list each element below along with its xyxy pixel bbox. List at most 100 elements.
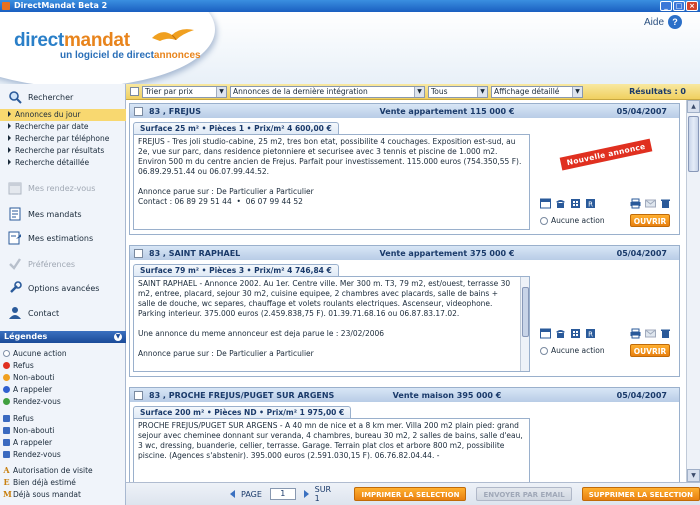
arrow-right-icon xyxy=(8,147,11,153)
page-number-input[interactable]: 1 xyxy=(269,488,296,500)
sidebar-item-appointments[interactable]: Mes rendez-vous xyxy=(0,177,126,199)
sidebar-contact-label: Contact xyxy=(28,308,60,318)
listing-description-text: FREJUS - Tres joli studio-cabine, 25 m2,… xyxy=(138,137,522,206)
listing-header: 83 , PROCHE FREJUS/PUGET SUR ARGENS Vent… xyxy=(130,388,679,402)
sidebar-item-preferences[interactable]: Préférences xyxy=(0,253,126,275)
sidebar-advanced-label: Options avancées xyxy=(28,283,100,293)
radio-button[interactable] xyxy=(540,216,548,225)
open-button[interactable]: OUVRIR xyxy=(630,344,670,357)
previous-page-icon[interactable] xyxy=(230,490,235,498)
calendar-action-icon[interactable] xyxy=(540,328,551,339)
radio-button[interactable] xyxy=(540,346,548,355)
sidebar-item-advanced-options[interactable]: Options avancées xyxy=(0,277,126,299)
building-icon[interactable] xyxy=(570,198,581,209)
scrollbar-thumb[interactable] xyxy=(522,287,529,337)
display-select[interactable]: Affichage détaillé ▼ xyxy=(491,85,583,98)
minimize-button[interactable]: _ xyxy=(660,1,672,11)
phone-icon[interactable] xyxy=(555,198,566,209)
legend-item: Refus xyxy=(3,360,34,371)
listing-description-text: SAINT RAPHAEL - Annonce 2002. Au 1er. Ce… xyxy=(138,279,511,358)
legend-item: Non-abouti xyxy=(3,372,54,383)
page-total: SUR 1 xyxy=(314,485,332,503)
next-page-icon[interactable] xyxy=(303,490,309,498)
page-label: PAGE xyxy=(241,489,262,499)
tagline-part2: annonces xyxy=(153,50,201,61)
sort-select[interactable]: Trier par prix ▼ xyxy=(142,85,227,98)
status-appointment-dot-icon xyxy=(3,398,10,405)
listing-card: 83 , SAINT RAPHAEL Vente appartement 375… xyxy=(129,245,680,377)
maximize-button[interactable]: □ xyxy=(673,1,685,11)
listing-tools xyxy=(630,198,671,209)
letter-a-icon: A xyxy=(3,465,10,475)
arrow-right-icon xyxy=(8,135,11,141)
sidebar-item-search[interactable]: Rechercher xyxy=(0,86,126,108)
chevron-down-icon: ▼ xyxy=(572,86,582,97)
listing-type-price: Vente appartement 375 000 € xyxy=(379,248,515,258)
filter-toolbar: Trier par prix ▼ Annonces de la dernière… xyxy=(126,84,700,100)
scroll-down-icon[interactable]: ▼ xyxy=(687,469,700,482)
description-scrollbar[interactable] xyxy=(520,277,529,371)
trash-icon[interactable] xyxy=(660,328,671,339)
printer-icon[interactable] xyxy=(630,198,641,209)
listing-description: SAINT RAPHAEL - Annonce 2002. Au 1er. Ce… xyxy=(133,276,530,372)
listings-scrollbar[interactable]: ▲ ▼ xyxy=(686,100,700,482)
sidebar-subitem-by-date[interactable]: Recherche par date xyxy=(0,121,126,133)
email-selection-button[interactable]: ENVOYER PAR EMAIL xyxy=(476,487,572,501)
sidebar-subitem-detailed[interactable]: Recherche détaillée xyxy=(0,157,126,169)
scroll-up-icon[interactable]: ▲ xyxy=(687,100,700,113)
select-all-checkbox[interactable] xyxy=(130,87,139,96)
envelope-icon[interactable] xyxy=(645,328,656,339)
r-badge-icon[interactable]: R xyxy=(585,328,596,339)
delete-selection-button[interactable]: SUPPRIMER LA SELECTION xyxy=(581,487,700,501)
envelope-icon[interactable] xyxy=(645,198,656,209)
trash-icon[interactable] xyxy=(660,198,671,209)
print-selection-button[interactable]: IMPRIMER LA SELECTION xyxy=(354,487,467,501)
app-header: directmandat un logiciel de directannonc… xyxy=(0,12,700,84)
logo-tagline: un logiciel de directannonces xyxy=(60,50,201,61)
sidebar-subitem-by-phone[interactable]: Recherche par téléphone xyxy=(0,133,126,145)
window-controls: _ □ × xyxy=(660,1,698,11)
no-action-radio[interactable]: Aucune action xyxy=(540,216,605,225)
listing-checkbox[interactable] xyxy=(134,390,143,400)
new-listing-badge: Nouvelle annonce xyxy=(559,138,653,171)
legend-label: Non-abouti xyxy=(13,373,55,382)
scrollbar-thumb[interactable] xyxy=(688,116,699,172)
legend-item: Refus xyxy=(3,413,34,424)
period-select[interactable]: Annonces de la dernière intégration ▼ xyxy=(230,85,425,98)
no-action-label: Aucune action xyxy=(551,216,605,225)
svg-text:R: R xyxy=(588,201,593,209)
legend-label: Aucune action xyxy=(13,349,67,358)
legend-label: Autorisation de visite xyxy=(13,466,93,475)
help-link[interactable]: Aide ? xyxy=(644,15,682,29)
sidebar-subitem-today[interactable]: Annonces du jour xyxy=(0,109,126,121)
listing-city: 83 , PROCHE FREJUS/PUGET SUR ARGENS xyxy=(149,390,335,400)
legend-item: A rappeler xyxy=(3,384,52,395)
sidebar-item-estimates[interactable]: Mes estimations xyxy=(0,227,126,249)
open-button[interactable]: OUVRIR xyxy=(630,214,670,227)
sidebar-item-mandates[interactable]: Mes mandats xyxy=(0,203,126,225)
sidebar-subitem-by-results[interactable]: Recherche par résultats xyxy=(0,145,126,157)
listing-checkbox[interactable] xyxy=(134,248,143,258)
building-icon[interactable] xyxy=(570,328,581,339)
estimate-document-icon xyxy=(8,231,21,245)
printer-icon[interactable] xyxy=(630,328,641,339)
listing-type-price: Vente maison 395 000 € xyxy=(392,390,502,400)
legend-title: Légendes xyxy=(4,332,48,341)
filter-select-value: Tous xyxy=(431,86,448,96)
collapse-icon[interactable]: ▼ xyxy=(114,333,122,341)
listing-checkbox[interactable] xyxy=(134,106,143,116)
calendar-action-icon[interactable] xyxy=(540,198,551,209)
phone-icon[interactable] xyxy=(555,328,566,339)
listing-city: 83 , SAINT RAPHAEL xyxy=(149,248,241,258)
tagline-part1: un logiciel de direct xyxy=(60,50,154,61)
close-button[interactable]: × xyxy=(686,1,698,11)
sidebar-item-contact[interactable]: Contact xyxy=(0,302,126,324)
r-badge-icon[interactable]: R xyxy=(585,198,596,209)
listing-summary-tab: Surface 79 m² • Pièces 3 • Prix/m² 4 746… xyxy=(133,264,339,276)
listing-summary-tab: Surface 200 m² • Pièces ND • Prix/m² 1 9… xyxy=(133,406,352,418)
sidebar-search-label: Rechercher xyxy=(28,92,74,102)
filter-select[interactable]: Tous ▼ xyxy=(428,85,488,98)
no-action-radio[interactable]: Aucune action xyxy=(540,346,605,355)
legend-label: Refus xyxy=(13,361,34,370)
legend-header[interactable]: Légendes ▼ xyxy=(0,331,126,343)
